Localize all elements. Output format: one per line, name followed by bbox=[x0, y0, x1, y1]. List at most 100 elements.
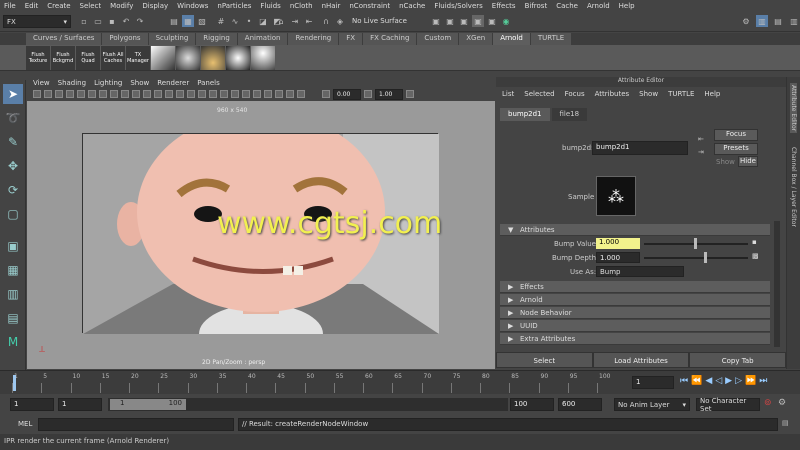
backface-icon[interactable] bbox=[297, 90, 305, 98]
step-forward-icon[interactable]: ▷ bbox=[735, 376, 742, 386]
safe-action-icon[interactable] bbox=[132, 90, 140, 98]
shadows-icon[interactable] bbox=[209, 90, 217, 98]
menu-ncloth[interactable]: nCloth bbox=[290, 2, 313, 10]
arnold-render-icon[interactable]: ◉ bbox=[500, 15, 512, 27]
ipr-render-icon[interactable]: ▣ bbox=[472, 15, 484, 27]
xray-icon[interactable] bbox=[275, 90, 283, 98]
ae-menu-attributes[interactable]: Attributes bbox=[595, 90, 630, 98]
show-button[interactable]: Show bbox=[716, 158, 735, 166]
attribute-panel-icon[interactable]: ▥ bbox=[756, 15, 768, 27]
shelf-tab-turtle[interactable]: TURTLE bbox=[530, 33, 572, 45]
ae-menu-show[interactable]: Show bbox=[639, 90, 658, 98]
character-set-dropdown[interactable]: No Character Set bbox=[696, 397, 760, 413]
viewport-menu-renderer[interactable]: Renderer bbox=[157, 79, 189, 87]
menu-arnold[interactable]: Arnold bbox=[587, 2, 610, 10]
ao-icon[interactable] bbox=[220, 90, 228, 98]
ae-menu-turtle[interactable]: TURTLE bbox=[668, 90, 694, 98]
playback-start-field[interactable]: 1 bbox=[58, 398, 102, 411]
tool-settings-icon[interactable]: ▤ bbox=[772, 15, 784, 27]
current-time-marker[interactable] bbox=[13, 375, 16, 391]
uuid-section[interactable]: ▶ UUID bbox=[500, 320, 770, 332]
shelf-tab-sculpting[interactable]: Sculpting bbox=[148, 33, 196, 45]
script-language-label[interactable]: MEL bbox=[18, 420, 32, 428]
open-scene-icon[interactable]: ▭ bbox=[92, 15, 104, 27]
shelf-tab-polygons[interactable]: Polygons bbox=[102, 33, 148, 45]
command-input[interactable] bbox=[38, 418, 234, 431]
redo-icon[interactable]: ↷ bbox=[134, 15, 146, 27]
menu-display[interactable]: Display bbox=[142, 2, 168, 10]
layout-four-icon[interactable]: ▦ bbox=[3, 260, 23, 280]
smooth-shade-icon[interactable] bbox=[165, 90, 173, 98]
bookmark-icon[interactable] bbox=[55, 90, 63, 98]
play-back-icon[interactable]: ◁ bbox=[715, 376, 722, 386]
focus-arrow-icon[interactable]: ⇤ bbox=[698, 135, 704, 143]
time-slider[interactable]: 1510152025303540455055606570758085909510… bbox=[0, 370, 800, 394]
go-end-icon[interactable]: ⏭ bbox=[759, 376, 767, 386]
select-hierarchy-icon[interactable]: ▤ bbox=[168, 15, 180, 27]
gamma-toggle-icon[interactable] bbox=[364, 90, 372, 98]
wireframe-icon[interactable] bbox=[154, 90, 162, 98]
xray-joints-icon[interactable] bbox=[286, 90, 294, 98]
menu-create[interactable]: Create bbox=[47, 2, 70, 10]
dof-icon[interactable] bbox=[253, 90, 261, 98]
shelf-tab-fx[interactable]: FX bbox=[339, 33, 363, 45]
attribute-editor-side-tab[interactable]: Attribute Editor bbox=[790, 83, 797, 134]
shelf-tab-rendering[interactable]: Rendering bbox=[288, 33, 339, 45]
layout-single-icon[interactable]: ▣ bbox=[3, 236, 23, 256]
undo-icon[interactable]: ↶ bbox=[120, 15, 132, 27]
viewport-menu-panels[interactable]: Panels bbox=[197, 79, 220, 87]
film-gate-icon[interactable] bbox=[88, 90, 96, 98]
bump-depth-field[interactable]: 1.000 bbox=[596, 252, 640, 263]
anim-layer-dropdown[interactable]: No Anim Layer ▾ bbox=[614, 398, 690, 411]
color-management-icon[interactable] bbox=[406, 90, 414, 98]
skydome-light-button[interactable] bbox=[176, 45, 200, 70]
menu-bifrost[interactable]: Bifrost bbox=[525, 2, 548, 10]
step-forward-key-icon[interactable]: ⏩ bbox=[745, 376, 756, 386]
motion-blur-icon[interactable] bbox=[231, 90, 239, 98]
node-behavior-section[interactable]: ▶ Node Behavior bbox=[500, 307, 770, 319]
range-slider-handle[interactable]: 1 100 bbox=[110, 399, 186, 410]
menu-cache[interactable]: Cache bbox=[556, 2, 578, 10]
channel-box-side-tab[interactable]: Channel Box / Layer Editor bbox=[790, 147, 797, 227]
move-tool-icon[interactable]: ✥ bbox=[3, 156, 23, 176]
rotate-tool-icon[interactable]: ⟳ bbox=[3, 180, 23, 200]
extra-attributes-section[interactable]: ▶ Extra Attributes bbox=[500, 333, 770, 345]
checker-map-icon[interactable]: ▩ bbox=[752, 252, 759, 260]
history-icon[interactable]: ⌂ bbox=[275, 15, 287, 27]
snap-plane-icon[interactable]: ◪ bbox=[257, 15, 269, 27]
flush-texture-button[interactable]: Flush Texture bbox=[26, 45, 50, 70]
script-editor-icon[interactable]: ▤ bbox=[782, 419, 789, 427]
flush-background-button[interactable]: Flush Bckgrnd bbox=[51, 45, 75, 70]
save-scene-icon[interactable]: ▪ bbox=[106, 15, 118, 27]
exposure-field[interactable]: 0.00 bbox=[333, 88, 361, 100]
output-icon[interactable]: ⇤ bbox=[303, 15, 315, 27]
menu-fluids[interactable]: Fluids bbox=[260, 2, 280, 10]
gate-mask-icon[interactable] bbox=[110, 90, 118, 98]
step-back-key-icon[interactable]: ⏪ bbox=[691, 376, 702, 386]
end-time-field[interactable]: 600 bbox=[558, 398, 602, 411]
bump-depth-slider-handle[interactable] bbox=[704, 252, 707, 263]
new-scene-icon[interactable]: ▫ bbox=[78, 15, 90, 27]
select-object-icon[interactable]: ▦ bbox=[182, 15, 194, 27]
shelf-tab-fx-caching[interactable]: FX Caching bbox=[363, 33, 417, 45]
menu-fluids-solvers[interactable]: Fluids/Solvers bbox=[434, 2, 482, 10]
wireframe-shaded-icon[interactable] bbox=[176, 90, 184, 98]
lights-icon[interactable] bbox=[198, 90, 206, 98]
safe-title-icon[interactable] bbox=[143, 90, 151, 98]
load-attributes-button[interactable]: Load Attributes bbox=[592, 352, 690, 368]
tab-file18[interactable]: file18 bbox=[551, 108, 588, 121]
menu-edit[interactable]: Edit bbox=[25, 2, 39, 10]
current-frame-field[interactable]: 1 bbox=[632, 376, 674, 389]
use-as-dropdown[interactable]: Bump bbox=[596, 266, 684, 277]
field-chart-icon[interactable] bbox=[121, 90, 129, 98]
menu-file[interactable]: File bbox=[4, 2, 16, 10]
physical-sky-button[interactable] bbox=[251, 45, 275, 70]
grid-icon[interactable] bbox=[77, 90, 85, 98]
input-arrow-icon[interactable]: ⇥ bbox=[698, 148, 704, 156]
start-time-field[interactable]: 1 bbox=[10, 398, 54, 411]
tx-manager-button[interactable]: TX Manager bbox=[126, 45, 150, 70]
shelf-tab-xgen[interactable]: XGen bbox=[459, 33, 493, 45]
menu-nparticles[interactable]: nParticles bbox=[217, 2, 251, 10]
flush-quad-button[interactable]: Flush Quad bbox=[76, 45, 100, 70]
hide-button[interactable]: Hide bbox=[738, 156, 758, 167]
